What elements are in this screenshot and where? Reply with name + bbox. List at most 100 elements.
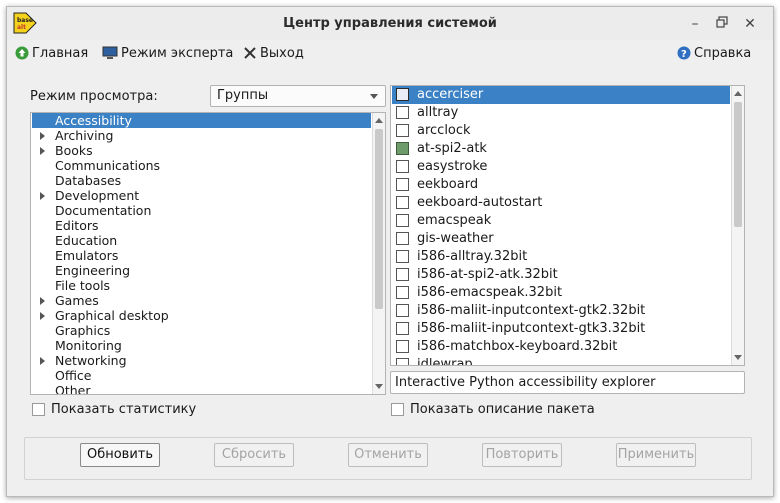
package-checkbox[interactable] — [396, 106, 409, 119]
package-checkbox[interactable] — [396, 322, 409, 335]
packages-list[interactable]: accerciser alltray arcclock at-spi2-atk easy… — [390, 85, 745, 366]
package-checkbox[interactable] — [396, 304, 409, 317]
expand-arrow-icon[interactable] — [40, 192, 45, 200]
expand-arrow-icon[interactable] — [40, 357, 45, 365]
package-checkbox[interactable] — [396, 340, 409, 353]
checkbox-box[interactable] — [32, 403, 45, 416]
package-row[interactable]: i586-at-spi2-atk.32bit — [392, 266, 730, 284]
tree-item-label: Books — [55, 143, 93, 158]
tree-item[interactable]: Accessibility — [32, 113, 371, 128]
refresh-button[interactable]: Обновить — [80, 443, 160, 467]
tree-item[interactable]: Engineering — [32, 263, 371, 278]
tree-item-label: Communications — [55, 158, 161, 173]
tree-item[interactable]: Communications — [32, 158, 371, 173]
tree-item[interactable]: Education — [32, 233, 371, 248]
package-checkbox[interactable] — [396, 214, 409, 227]
show-description-label: Показать описание пакета — [410, 402, 595, 417]
package-row[interactable]: eekboard-autostart — [392, 194, 730, 212]
apply-button[interactable]: Применить — [616, 443, 696, 467]
package-checkbox[interactable] — [396, 232, 409, 245]
tree-item[interactable]: Graphics — [32, 323, 371, 338]
tree-item[interactable]: Other — [32, 383, 371, 394]
menu-expert-mode[interactable]: Режим эксперта — [102, 44, 233, 62]
package-row[interactable]: idlewrap — [392, 356, 730, 366]
tree-item[interactable]: Games — [32, 293, 371, 308]
tree-item-label: File tools — [55, 278, 111, 293]
package-row[interactable]: eekboard — [392, 176, 730, 194]
scroll-thumb[interactable] — [734, 102, 742, 227]
scroll-up-icon[interactable] — [375, 118, 383, 123]
tree-item[interactable]: Books — [32, 143, 371, 158]
packages-scrollbar[interactable] — [731, 86, 744, 365]
tree-item[interactable]: Databases — [32, 173, 371, 188]
package-row[interactable]: emacspeak — [392, 212, 730, 230]
package-name: i586-maliit-inputcontext-gtk2.32bit — [417, 303, 646, 318]
restore-icon[interactable] — [714, 16, 730, 32]
tree-item-label: Accessibility — [55, 113, 132, 128]
expand-arrow-icon[interactable] — [40, 297, 45, 305]
menu-exit[interactable]: Выход — [243, 44, 304, 62]
reset-button[interactable]: Сбросить — [214, 443, 294, 467]
package-checkbox[interactable] — [396, 160, 409, 173]
package-checkbox[interactable] — [396, 178, 409, 191]
package-row[interactable]: i586-maliit-inputcontext-gtk3.32bit — [392, 320, 730, 338]
package-row[interactable]: gis-weather — [392, 230, 730, 248]
package-name: gis-weather — [417, 231, 494, 246]
package-checkbox[interactable] — [396, 286, 409, 299]
show-stats-checkbox[interactable]: Показать статистику — [32, 402, 196, 417]
package-checkbox[interactable] — [396, 250, 409, 263]
menu-home[interactable]: Главная — [15, 44, 88, 62]
package-name: at-spi2-atk — [417, 141, 487, 156]
package-checkbox[interactable] — [396, 142, 409, 155]
tree-item[interactable]: Networking — [32, 353, 371, 368]
groups-scrollbar[interactable] — [372, 113, 385, 394]
package-description-text: Interactive Python accessibility explore… — [395, 375, 656, 390]
package-row[interactable]: i586-emacspeak.32bit — [392, 284, 730, 302]
package-name: idlewrap — [417, 357, 473, 366]
home-arrow-icon — [15, 46, 29, 60]
repeat-button[interactable]: Повторить — [482, 443, 562, 467]
tree-item-label: Monitoring — [55, 338, 122, 353]
show-description-checkbox[interactable]: Показать описание пакета — [391, 402, 595, 417]
package-row[interactable]: easystroke — [392, 158, 730, 176]
tree-item[interactable]: Graphical desktop — [32, 308, 371, 323]
package-row[interactable]: arcclock — [392, 122, 730, 140]
app-window: base alt Центр управления системой – ✕ Г… — [6, 6, 774, 497]
cancel-button[interactable]: Отменить — [348, 443, 428, 467]
view-mode-select[interactable]: Группы — [210, 85, 386, 107]
close-icon[interactable]: ✕ — [742, 16, 758, 32]
tree-item[interactable]: Documentation — [32, 203, 371, 218]
groups-tree[interactable]: Accessibility Archiving Books Communication… — [30, 112, 386, 395]
package-row[interactable]: at-spi2-atk — [392, 140, 730, 158]
menu-help[interactable]: ? Справка — [677, 44, 751, 62]
package-row[interactable]: accerciser — [392, 86, 730, 104]
scroll-thumb[interactable] — [375, 129, 383, 309]
tree-item[interactable]: Development — [32, 188, 371, 203]
expand-arrow-icon[interactable] — [40, 132, 45, 140]
package-checkbox[interactable] — [396, 268, 409, 281]
menu-bar: Главная Режим эксперта Выход ? Справка — [7, 40, 773, 66]
scroll-down-icon[interactable] — [734, 355, 742, 360]
package-row[interactable]: alltray — [392, 104, 730, 122]
package-row[interactable]: i586-matchbox-keyboard.32bit — [392, 338, 730, 356]
tree-item[interactable]: Editors — [32, 218, 371, 233]
package-checkbox[interactable] — [396, 124, 409, 137]
minimize-icon[interactable]: – — [687, 16, 703, 32]
tree-item[interactable]: Archiving — [32, 128, 371, 143]
package-checkbox[interactable] — [396, 88, 409, 101]
package-checkbox[interactable] — [396, 358, 409, 365]
tree-item[interactable]: Office — [32, 368, 371, 383]
package-description-field[interactable]: Interactive Python accessibility explore… — [390, 371, 745, 394]
tree-item[interactable]: Emulators — [32, 248, 371, 263]
menu-expert-label: Режим эксперта — [121, 45, 234, 61]
tree-item[interactable]: Monitoring — [32, 338, 371, 353]
checkbox-box[interactable] — [391, 403, 404, 416]
package-row[interactable]: i586-alltray.32bit — [392, 248, 730, 266]
expand-arrow-icon[interactable] — [40, 312, 45, 320]
expand-arrow-icon[interactable] — [40, 147, 45, 155]
scroll-up-icon[interactable] — [734, 91, 742, 96]
package-row[interactable]: i586-maliit-inputcontext-gtk2.32bit — [392, 302, 730, 320]
tree-item[interactable]: File tools — [32, 278, 371, 293]
package-checkbox[interactable] — [396, 196, 409, 209]
scroll-down-icon[interactable] — [375, 384, 383, 389]
